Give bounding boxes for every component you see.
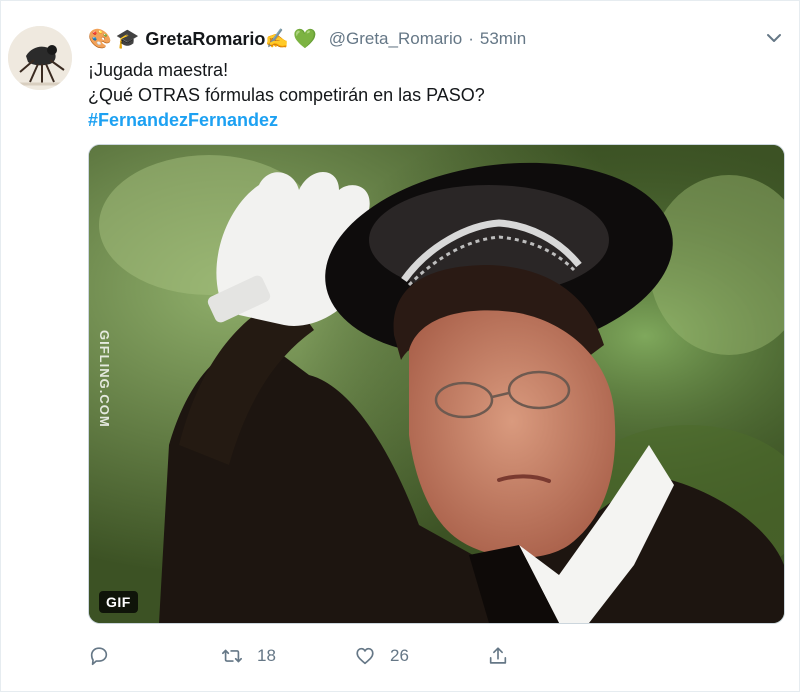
share-button[interactable] xyxy=(487,645,523,667)
palette-emoji: 🎨 xyxy=(88,28,112,50)
heart-icon xyxy=(356,647,374,665)
tweet-card[interactable]: 🎨 🎓 GretaRomario ✍️ 💚 @Greta_Romario · 5… xyxy=(0,0,800,692)
gif-watermark: GIFLING.COM xyxy=(97,330,112,428)
tweet-timestamp[interactable]: 53min xyxy=(480,29,526,49)
tweet-text-line-2: ¿Qué OTRAS fórmulas competirán en las PA… xyxy=(88,85,485,105)
like-count: 26 xyxy=(390,646,409,665)
chevron-down-icon[interactable] xyxy=(763,27,785,49)
user-handle[interactable]: @Greta_Romario xyxy=(329,29,462,49)
graduation-cap-emoji: 🎓 xyxy=(115,28,140,50)
reply-button[interactable] xyxy=(88,645,124,667)
tweet-actions: 18 26 xyxy=(88,645,688,673)
separator-dot: · xyxy=(468,29,474,48)
share-icon xyxy=(489,647,507,664)
retweet-count: 18 xyxy=(257,646,276,665)
gif-frame-illustration xyxy=(89,145,784,623)
display-name[interactable]: GretaRomario xyxy=(145,29,265,50)
hashtag-link[interactable]: #FernandezFernandez xyxy=(88,108,768,133)
tweet-text-line-1: ¡Jugada maestra! xyxy=(88,60,229,80)
tweet-text: ¡Jugada maestra! ¿Qué OTRAS fórmulas com… xyxy=(88,58,768,133)
reply-icon xyxy=(90,647,108,666)
avatar[interactable] xyxy=(8,26,72,90)
gif-media[interactable]: GIFLING.COM GIF xyxy=(88,144,785,624)
retweet-button[interactable]: 18 xyxy=(221,645,276,667)
retweet-icon xyxy=(222,649,242,663)
writing-hand-emoji: ✍️ xyxy=(265,28,290,50)
gif-badge: GIF xyxy=(99,591,138,613)
like-button[interactable]: 26 xyxy=(354,645,409,667)
tweet-header: 🎨 🎓 GretaRomario ✍️ 💚 @Greta_Romario · 5… xyxy=(88,25,526,53)
green-heart-emoji: 💚 xyxy=(293,28,317,50)
